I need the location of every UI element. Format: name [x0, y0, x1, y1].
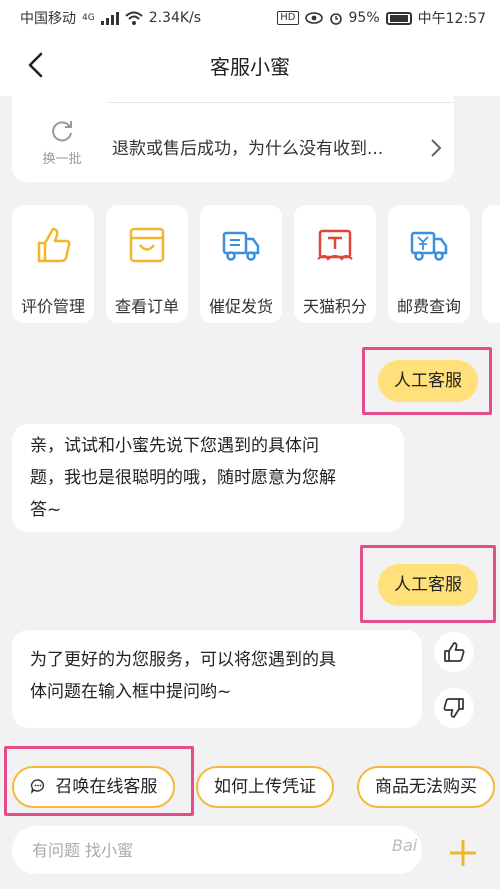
shortcut-partial[interactable] [482, 205, 500, 323]
order-bag-icon [129, 227, 165, 263]
shortcut-label: 查看订单 [114, 297, 179, 316]
plus-icon[interactable] [448, 838, 478, 868]
shortcut-review-management[interactable]: 评价管理 [12, 205, 94, 323]
shortcut-label: 邮费查询 [396, 297, 461, 316]
chip-label: 商品无法购买 [375, 777, 477, 797]
thumbs-down-icon [443, 698, 464, 718]
chip-cannot-purchase[interactable]: 商品无法购买 [357, 766, 495, 808]
clock: 中午12:57 [417, 11, 486, 27]
network-type: 4G [82, 13, 95, 23]
shortcut-label: 催促发货 [208, 297, 273, 316]
postage-truck-icon [410, 231, 448, 261]
dislike-button[interactable] [434, 688, 474, 728]
bot-message: 为了更好的为您服务，可以将您遇到的具 体问题在输入框中提问哟~ [12, 630, 422, 728]
message-line: 体问题在输入框中提问哟~ [30, 682, 232, 702]
network-speed: 2.34K/s [148, 10, 202, 26]
shortcut-label: 评价管理 [20, 297, 85, 316]
input-bar [0, 820, 500, 889]
eye-icon [304, 12, 323, 24]
hd-badge: HD [277, 11, 299, 25]
shortcut-label: 天猫积分 [302, 297, 367, 316]
battery-percent: 95% [348, 10, 380, 26]
message-line: 为了更好的为您服务，可以将您遇到的具 [30, 650, 336, 670]
shortcut-urge-shipping[interactable]: 催促发货 [200, 205, 282, 323]
watermark: Bai [392, 836, 418, 855]
chip-label: 如何上传凭证 [214, 777, 316, 797]
delivery-truck-icon [222, 231, 260, 261]
chip-upload-proof[interactable]: 如何上传凭证 [196, 766, 334, 808]
refresh-icon [52, 121, 72, 142]
refresh-button[interactable]: 换一批 [40, 118, 84, 167]
message-line: 亲，试试和小蜜先说下您遇到的具体问 [30, 436, 319, 456]
suggested-question-card: 换一批 退款或售后成功，为什么没有收到... [12, 82, 454, 182]
user-message-human-agent: 人工客服 [378, 360, 478, 402]
alarm-icon [329, 13, 342, 25]
chevron-right-icon[interactable] [430, 138, 442, 158]
chip-label: 召唤在线客服 [55, 777, 158, 797]
thumbs-up-icon [37, 227, 71, 263]
status-bar: 中国移动 4G 2.34K/s HD 95% 中午12:57 [0, 0, 500, 34]
thumbs-up-icon [444, 642, 465, 662]
tmall-points-icon [317, 229, 353, 261]
wifi-icon [125, 11, 143, 25]
signal-icon [100, 11, 119, 25]
carrier: 中国移动 [20, 11, 76, 27]
page-title: 客服小蜜 [210, 55, 290, 79]
user-message-human-agent: 人工客服 [378, 564, 478, 606]
shortcut-view-orders[interactable]: 查看订单 [106, 205, 188, 323]
message-line: 题，我也是很聪明的哦，随时愿意为您解 [30, 468, 336, 488]
message-line: 答~ [30, 500, 62, 520]
refresh-label: 换一批 [42, 152, 82, 167]
like-button[interactable] [434, 632, 474, 672]
bot-message: 亲，试试和小蜜先说下您遇到的具体问 题，我也是很聪明的哦，随时愿意为您解 答~ [12, 424, 404, 532]
message-input[interactable] [12, 826, 422, 874]
battery-icon [385, 11, 412, 25]
shortcut-postage-query[interactable]: 邮费查询 [388, 205, 470, 323]
shortcut-tmall-points[interactable]: 天猫积分 [294, 205, 376, 323]
divider [107, 102, 454, 103]
chip-call-online-agent[interactable]: 召唤在线客服 [12, 766, 176, 808]
chat-bubble-icon [30, 779, 45, 795]
suggested-question[interactable]: 退款或售后成功，为什么没有收到... [112, 134, 383, 159]
